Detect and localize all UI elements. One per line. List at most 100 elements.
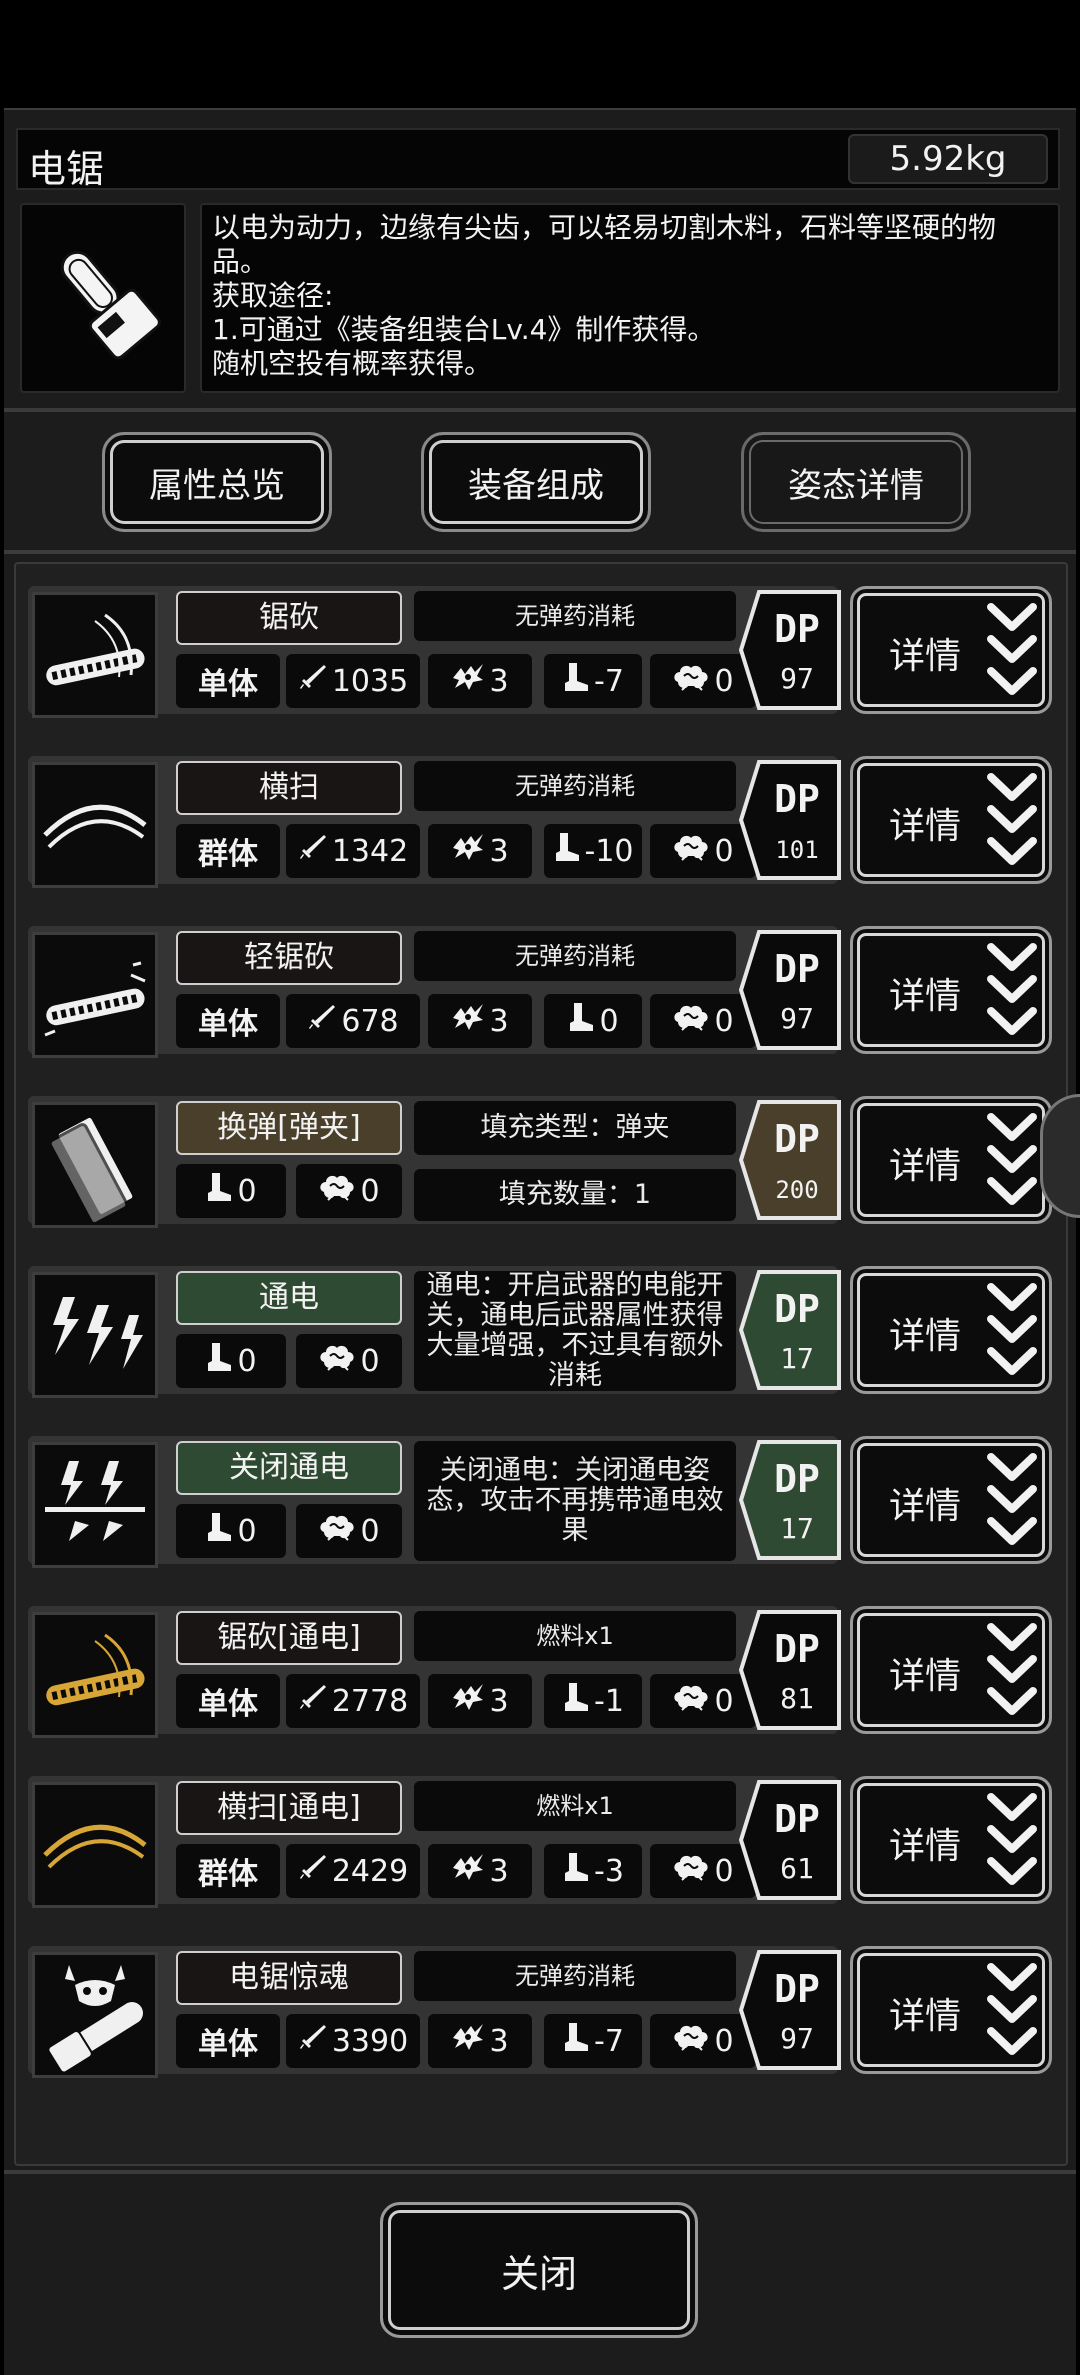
dp-badge: DP 61: [739, 1780, 841, 1900]
hit-count-icon: [451, 832, 485, 870]
dp-badge: DP 200: [739, 1100, 841, 1220]
target-type: 群体: [176, 824, 280, 878]
boot-icon: [205, 1171, 233, 1211]
skill-row: 锯砍 无弹药消耗 单体 1035 3 -7 0 DP 97 详情: [14, 576, 1068, 726]
saw-slash-icon: [46, 613, 145, 686]
svg-text:DP: DP: [774, 1967, 820, 2011]
fill-count: 填充数量：1: [414, 1169, 736, 1221]
side-handle[interactable]: [1040, 1094, 1080, 1218]
speed-value: 0: [599, 1003, 619, 1039]
brain-icon: [672, 2022, 710, 2060]
speed-stat: -7: [544, 2014, 642, 2068]
dp-value: 97: [780, 1002, 814, 1035]
hit-stat: 3: [428, 1844, 532, 1898]
hit-value: 3: [489, 1003, 509, 1039]
dp-value: 97: [780, 662, 814, 695]
stamina-stat: 0: [296, 1334, 402, 1388]
attack-stat: 678: [286, 994, 420, 1048]
skill-row: 横扫[通电] 燃料x1 群体 2429 3 -3 0 DP 61 详情: [14, 1766, 1068, 1916]
skill-note: 无弹药消耗: [414, 761, 736, 811]
target-type: 单体: [176, 1674, 280, 1728]
detail-button[interactable]: 详情: [850, 586, 1052, 714]
power-off-icon: [45, 1461, 145, 1541]
detail-button[interactable]: 详情: [850, 1606, 1052, 1734]
item-title: 电锯: [28, 147, 105, 191]
brain-icon: [672, 1002, 710, 1040]
svg-text:DP: DP: [774, 1627, 820, 1671]
speed-value: -3: [594, 1853, 624, 1889]
detail-button[interactable]: 详情: [850, 1946, 1052, 2074]
skill-name: 锯砍[通电]: [176, 1611, 402, 1665]
attack-stat: 1035: [286, 654, 420, 708]
speed-stat: -10: [544, 824, 642, 878]
hit-stat: 3: [428, 1674, 532, 1728]
detail-button[interactable]: 详情: [850, 756, 1052, 884]
svg-text:DP: DP: [774, 607, 820, 651]
hit-stat: 3: [428, 654, 532, 708]
attribute-overview-button[interactable]: 属性总览: [102, 432, 332, 532]
target-type: 单体: [176, 994, 280, 1048]
detail-button[interactable]: 详情: [850, 1266, 1052, 1394]
skill-icon-frame: [32, 1952, 158, 2078]
speed-value: -7: [594, 663, 624, 699]
detail-button[interactable]: 详情: [850, 926, 1052, 1054]
close-button[interactable]: 关闭: [380, 2202, 698, 2338]
hit-stat: 3: [428, 2014, 532, 2068]
stamina-value: 0: [714, 2023, 734, 2059]
svg-text:DP: DP: [774, 1797, 820, 1841]
item-weight: 5.92kg: [848, 134, 1048, 184]
chevron-down-icon: [987, 603, 1037, 695]
skill-icon-frame: [32, 1102, 158, 1228]
skill-name: 横扫: [176, 761, 402, 815]
stance-details-button[interactable]: 姿态详情: [741, 432, 971, 532]
electric-icon: [53, 1297, 143, 1369]
skill-row: 锯砍[通电] 燃料x1 单体 2778 3 -1 0 DP 81 详情: [14, 1596, 1068, 1746]
hit-count-icon: [451, 2022, 485, 2060]
attack-value: 1342: [331, 833, 409, 869]
detail-button[interactable]: 详情: [850, 1096, 1052, 1224]
target-type: 单体: [176, 654, 280, 708]
dp-badge: DP 97: [739, 1950, 841, 2070]
speed-value: -7: [594, 2023, 624, 2059]
speed-stat: 0: [176, 1164, 286, 1218]
speed-stat: -1: [544, 1674, 642, 1728]
detail-button[interactable]: 详情: [850, 1436, 1052, 1564]
skill-icon-frame: [32, 932, 158, 1058]
brain-icon: [318, 1172, 356, 1210]
boot-icon: [562, 661, 590, 701]
hit-stat: 3: [428, 994, 532, 1048]
target-type: 单体: [176, 2014, 280, 2068]
chainsaw-horror-icon: [47, 1965, 143, 2074]
equipment-composition-button[interactable]: 装备组成: [421, 432, 651, 532]
sweep-slash-icon: [43, 804, 147, 849]
boot-icon: [562, 1851, 590, 1891]
attack-value: 678: [341, 1003, 399, 1039]
dp-badge: DP 97: [739, 930, 841, 1050]
attack-value: 2429: [331, 1853, 409, 1889]
skill-name: 换弹[弹夹]: [176, 1101, 402, 1155]
brain-icon: [672, 1682, 710, 1720]
detail-button[interactable]: 详情: [850, 1776, 1052, 1904]
boot-icon: [553, 831, 581, 871]
brain-icon: [672, 662, 710, 700]
svg-text:DP: DP: [774, 1117, 820, 1161]
skill-name: 关闭通电: [176, 1441, 402, 1495]
attack-value: 1035: [331, 663, 409, 699]
stamina-value: 0: [714, 833, 734, 869]
chevron-down-icon: [987, 1623, 1037, 1715]
description-line: 随机空投有概率获得。: [212, 347, 493, 380]
svg-text:DP: DP: [774, 1287, 820, 1331]
stamina-value: 0: [714, 1003, 734, 1039]
skill-row: 电锯惊魂 无弹药消耗 单体 3390 3 -7 0 DP 97 详情: [14, 1936, 1068, 2086]
attack-stat: 2429: [286, 1844, 420, 1898]
speed-value: 0: [237, 1513, 257, 1549]
skill-row: 轻锯砍 无弹药消耗 单体 678 3 0 0 DP 97 详情: [14, 916, 1068, 1066]
skill-icon-frame: [32, 592, 158, 718]
hit-count-icon: [451, 1852, 485, 1890]
speed-value: 0: [237, 1343, 257, 1379]
skill-row: 关闭通电 关闭通电：关闭通电姿态，攻击不再携带通电效果 0 0 DP 17 详情: [14, 1426, 1068, 1576]
chevron-down-icon: [987, 1283, 1037, 1375]
skill-note: 燃料x1: [414, 1781, 736, 1831]
sword-icon: [298, 2022, 328, 2060]
stamina-stat: 0: [296, 1164, 402, 1218]
